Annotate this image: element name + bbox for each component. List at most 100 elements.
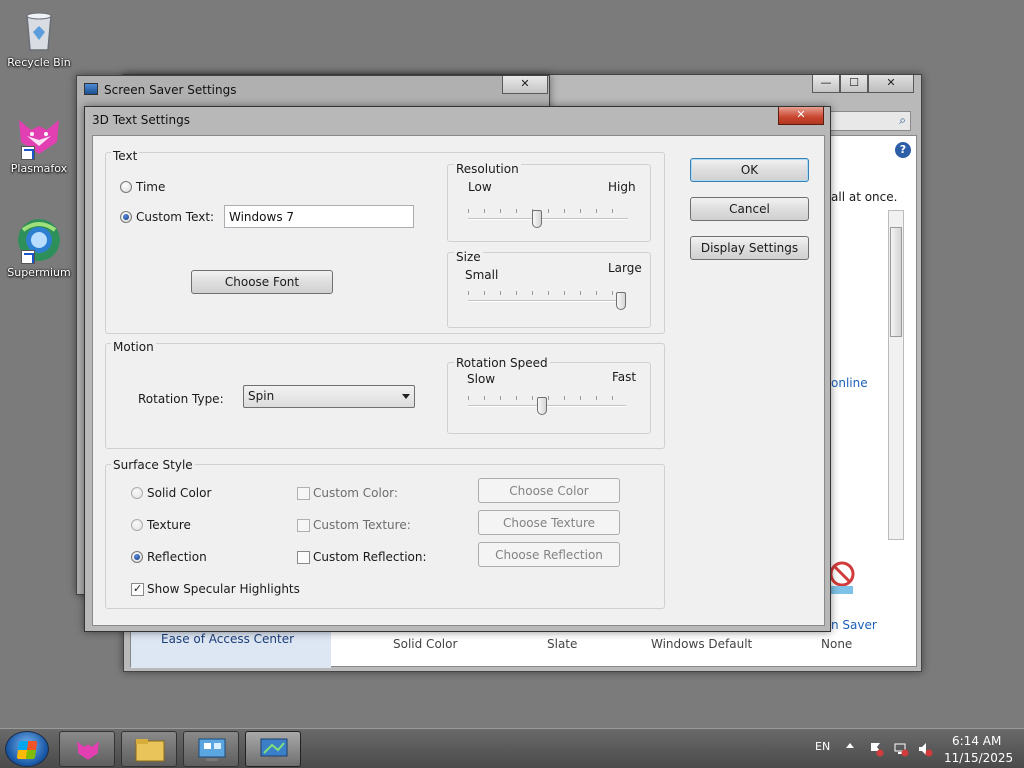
slider-thumb[interactable] <box>531 210 542 228</box>
reflection-label[interactable]: Reflection <box>147 550 207 564</box>
description-text: all at once. <box>831 190 898 204</box>
screen-saver-app-icon <box>84 83 98 95</box>
custom-text-input[interactable] <box>224 205 414 228</box>
theme-solid-color[interactable]: Solid Color <box>393 637 457 651</box>
vertical-scrollbar[interactable] <box>888 210 904 540</box>
custom-color-checkbox[interactable] <box>297 487 310 500</box>
search-box[interactable]: ⌕ <box>819 111 911 131</box>
desktop-icon-recycle-bin[interactable]: Recycle Bin <box>1 6 77 69</box>
desktop-icon-label: Recycle Bin <box>7 56 71 69</box>
solid-color-radio[interactable] <box>131 487 143 499</box>
network-icon[interactable] <box>893 741 909 757</box>
specular-highlights-checkbox[interactable] <box>131 582 144 596</box>
title-bar[interactable]: Screen Saver Settings ✕ <box>77 76 549 104</box>
plasmafox-icon <box>15 112 63 160</box>
close-button[interactable]: ✕ <box>868 75 914 93</box>
rotation-speed-slow-label: Slow <box>467 372 496 386</box>
display-icon <box>260 738 288 760</box>
custom-texture-checkbox[interactable] <box>297 519 310 532</box>
dialog-title: 3D Text Settings <box>92 113 190 127</box>
clock-time[interactable]: 6:14 AM <box>952 734 1001 748</box>
reflection-radio[interactable] <box>131 551 143 563</box>
scrollbar-thumb[interactable] <box>890 227 902 337</box>
taskbar-plasmafox-button[interactable] <box>59 731 115 767</box>
close-button[interactable]: ✕ <box>778 107 824 125</box>
chevron-down-icon <box>402 394 410 399</box>
screen-saver-link[interactable]: n Saver <box>831 618 877 632</box>
tray-expand-icon[interactable] <box>846 743 854 748</box>
window-title: Screen Saver Settings <box>104 83 237 97</box>
resolution-label: Resolution <box>454 162 521 176</box>
text-group-label: Text <box>111 149 140 163</box>
shortcut-arrow-icon <box>21 250 35 264</box>
online-link[interactable]: online <box>831 376 868 390</box>
clock-date[interactable]: 11/15/2025 <box>944 751 1013 765</box>
taskbar-display-settings-button[interactable] <box>245 731 301 767</box>
desktop-icon-label: Supermium <box>7 266 71 279</box>
resolution-slider[interactable] <box>468 209 628 229</box>
close-button[interactable]: ✕ <box>502 76 548 94</box>
action-center-icon[interactable] <box>868 741 884 757</box>
start-button[interactable] <box>5 731 49 767</box>
folder-icon <box>135 739 165 762</box>
theme-slate[interactable]: Slate <box>547 637 577 651</box>
custom-text-label[interactable]: Custom Text: <box>136 210 214 224</box>
size-small-label: Small <box>465 268 499 282</box>
desktop-icon-label: Plasmafox <box>10 162 68 175</box>
maximize-button[interactable]: ☐ <box>840 75 868 93</box>
texture-radio[interactable] <box>131 519 143 531</box>
rotation-speed-label: Rotation Speed <box>454 356 550 370</box>
desktop-icon-supermium[interactable]: Supermium <box>1 216 77 279</box>
display-settings-button[interactable]: Display Settings <box>690 236 809 260</box>
slider-thumb[interactable] <box>616 292 626 310</box>
ease-of-access-link[interactable]: Ease of Access Center <box>161 632 294 646</box>
choose-color-button[interactable]: Choose Color <box>478 478 620 503</box>
taskbar-control-panel-button[interactable] <box>183 731 239 767</box>
motion-group-label: Motion <box>111 340 156 354</box>
taskbar: EN 6:14 AM 11/15/2025 <box>0 728 1024 768</box>
theme-windows-default[interactable]: Windows Default <box>651 637 752 651</box>
cancel-button[interactable]: Cancel <box>690 197 809 221</box>
custom-color-label[interactable]: Custom Color: <box>313 486 398 500</box>
slider-ticks <box>468 209 628 213</box>
choose-font-button[interactable]: Choose Font <box>191 270 333 294</box>
desktop-icon-plasmafox[interactable]: Plasmafox <box>1 112 77 175</box>
volume-muted-icon[interactable] <box>917 741 933 757</box>
texture-label[interactable]: Texture <box>147 518 191 532</box>
choose-texture-button[interactable]: Choose Texture <box>478 510 620 535</box>
slider-ticks <box>468 291 621 295</box>
help-icon[interactable]: ? <box>895 142 911 158</box>
rotation-speed-slider[interactable] <box>468 396 626 416</box>
recycle-bin-icon <box>15 6 63 54</box>
title-bar[interactable]: 3D Text Settings ✕ <box>85 107 830 135</box>
solid-color-label[interactable]: Solid Color <box>147 486 211 500</box>
language-indicator[interactable]: EN <box>815 740 830 753</box>
control-panel-icon <box>198 738 226 761</box>
3d-text-settings-dialog[interactable]: 3D Text Settings ✕ Text Time Custom Text… <box>84 106 831 632</box>
custom-reflection-checkbox[interactable] <box>297 551 310 564</box>
slider-track <box>468 218 628 220</box>
size-slider[interactable] <box>468 291 626 311</box>
custom-reflection-label[interactable]: Custom Reflection: <box>313 550 427 564</box>
rotation-type-dropdown[interactable]: Spin <box>243 385 415 408</box>
theme-none[interactable]: None <box>821 637 852 651</box>
ok-button[interactable]: OK <box>690 158 809 182</box>
rotation-speed-fast-label: Fast <box>612 370 637 384</box>
slider-thumb[interactable] <box>537 397 548 415</box>
minimize-button[interactable]: — <box>812 75 840 93</box>
taskbar-explorer-button[interactable] <box>121 731 177 767</box>
time-label[interactable]: Time <box>136 180 165 194</box>
size-label: Size <box>454 250 483 264</box>
supermium-icon <box>15 216 63 264</box>
search-icon: ⌕ <box>899 113 906 127</box>
time-radio[interactable] <box>120 181 132 193</box>
custom-texture-label[interactable]: Custom Texture: <box>313 518 411 532</box>
specular-highlights-label[interactable]: Show Specular Highlights <box>147 582 300 596</box>
resolution-low-label: Low <box>468 180 492 194</box>
choose-reflection-button[interactable]: Choose Reflection <box>478 542 620 567</box>
screen-saver-icon[interactable] <box>827 560 857 596</box>
custom-text-radio[interactable] <box>120 211 132 223</box>
shortcut-arrow-icon <box>21 146 35 160</box>
surface-style-label: Surface Style <box>111 458 195 472</box>
resolution-high-label: High <box>608 180 636 194</box>
